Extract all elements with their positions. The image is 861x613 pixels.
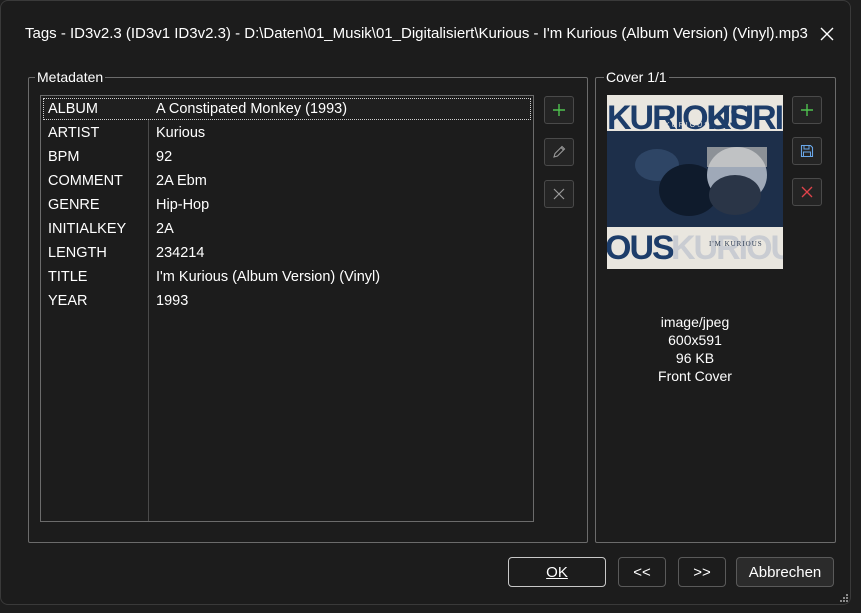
metadata-key: TITLE: [48, 269, 88, 285]
album-cover-art: KURIOUS KURI KURIOUS OUS KURIOUS I'M KUR…: [607, 95, 783, 269]
cover-small-bottom: I'M KURIOUS: [709, 240, 763, 248]
metadata-row[interactable]: COMMENT 2A Ebm: [43, 170, 531, 192]
metadata-group-label: Metadaten: [35, 68, 106, 86]
metadata-key: INITIALKEY: [48, 221, 127, 237]
metadata-value: Kurious: [156, 125, 206, 141]
metadata-value: 1993: [156, 293, 189, 309]
pencil-icon: [553, 145, 566, 158]
resize-grip-icon[interactable]: [839, 593, 849, 603]
previous-button-label: <<: [633, 563, 651, 581]
metadata-row[interactable]: BPM 92: [43, 146, 531, 168]
cover-image: KURIOUS KURI KURIOUS OUS KURIOUS I'M KUR…: [607, 95, 783, 269]
cover-title-top-right: KURI: [707, 99, 783, 137]
metadata-value: A Constipated Monkey (1993): [156, 101, 348, 117]
x-icon: [553, 188, 565, 200]
cover-info: image/jpeg 600x591 96 KB Front Cover: [595, 313, 795, 385]
next-button[interactable]: >>: [678, 557, 726, 587]
delete-cover-button[interactable]: [792, 178, 822, 206]
cover-title-bottom-left: OUS: [607, 229, 674, 267]
metadata-key: YEAR: [48, 293, 88, 309]
cover-small-top: KURIOUS: [665, 122, 711, 129]
metadata-row[interactable]: GENRE Hip-Hop: [43, 194, 531, 216]
metadata-value: Hip-Hop: [156, 197, 210, 213]
save-cover-button[interactable]: [792, 137, 822, 165]
cancel-button[interactable]: Abbrechen: [736, 557, 834, 587]
next-button-label: >>: [693, 563, 711, 581]
plus-icon: [553, 104, 565, 116]
metadata-row[interactable]: INITIALKEY 2A: [43, 218, 531, 240]
metadata-key: LENGTH: [48, 245, 107, 261]
cancel-button-label: Abbrechen: [748, 563, 822, 581]
ok-button-label: OK: [546, 563, 568, 581]
plus-icon: [801, 104, 813, 116]
cover-group-label: Cover 1/1: [604, 68, 669, 86]
metadata-value: 2A Ebm: [156, 173, 207, 189]
metadata-value: 2A: [156, 221, 174, 237]
close-icon: [820, 27, 834, 41]
metadata-key: BPM: [48, 149, 80, 165]
ok-button[interactable]: OK: [508, 557, 606, 587]
cover-title-bottom-right: KURIOUS: [671, 229, 783, 267]
cover-dimensions: 600x591: [668, 332, 722, 348]
cover-picture-type: Front Cover: [658, 368, 732, 384]
window-title: Tags - ID3v2.3 (ID3v1 ID3v2.3) - D:\Date…: [25, 25, 808, 42]
metadata-value: 234214: [156, 245, 205, 261]
delete-tag-button[interactable]: [544, 180, 574, 208]
metadata-row[interactable]: YEAR 1993: [43, 290, 531, 312]
cover-file-size: 96 KB: [675, 350, 715, 366]
metadata-key: COMMENT: [48, 173, 123, 189]
add-tag-button[interactable]: [544, 96, 574, 124]
title-bar: Tags - ID3v2.3 (ID3v1 ID3v2.3) - D:\Date…: [1, 1, 850, 65]
metadata-value: I'm Kurious (Album Version) (Vinyl): [156, 269, 381, 285]
floppy-disk-icon: [800, 144, 814, 158]
metadata-row[interactable]: ALBUM A Constipated Monkey (1993): [43, 98, 531, 120]
metadata-row[interactable]: LENGTH 234214: [43, 242, 531, 264]
metadata-row[interactable]: ARTIST Kurious: [43, 122, 531, 144]
metadata-key: ALBUM: [48, 101, 98, 117]
close-button[interactable]: [813, 21, 841, 47]
metadata-value: 92: [156, 149, 173, 165]
cover-mime-type: image/jpeg: [660, 314, 730, 330]
x-icon: [801, 186, 813, 198]
previous-button[interactable]: <<: [618, 557, 666, 587]
metadata-key: GENRE: [48, 197, 100, 213]
metadata-row[interactable]: TITLE I'm Kurious (Album Version) (Vinyl): [43, 266, 531, 288]
metadata-list[interactable]: ALBUM A Constipated Monkey (1993) ARTIST Ku…: [40, 95, 534, 522]
edit-tag-button[interactable]: [544, 138, 574, 166]
metadata-key: ARTIST: [48, 125, 100, 141]
add-cover-button[interactable]: [792, 96, 822, 124]
